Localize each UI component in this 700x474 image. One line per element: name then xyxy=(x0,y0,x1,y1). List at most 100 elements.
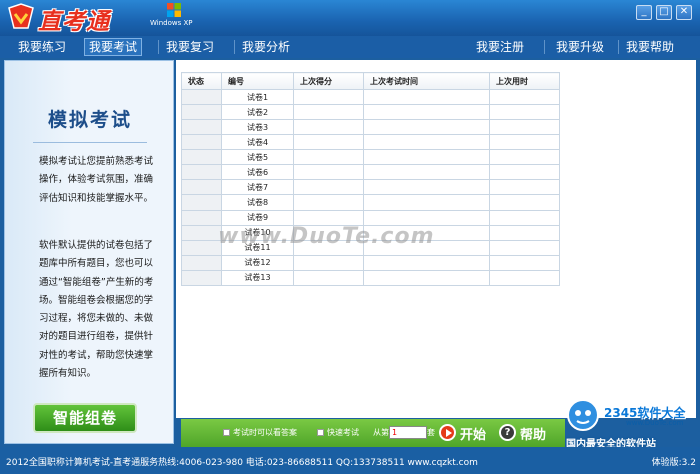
paper-id-cell: 试卷12 xyxy=(221,254,294,271)
table-row[interactable]: 试卷12 xyxy=(181,254,560,271)
show-answers-label: 考试时可以看答案 xyxy=(233,428,297,437)
paper-id-cell: 试卷3 xyxy=(221,119,294,136)
status-cell xyxy=(181,119,222,136)
table-row[interactable]: 试卷3 xyxy=(181,119,560,136)
start-button[interactable]: 开始 xyxy=(460,424,486,443)
table-row[interactable]: 试卷6 xyxy=(181,164,560,181)
last-time-cell xyxy=(363,254,490,271)
status-cell xyxy=(181,88,222,106)
status-cell xyxy=(181,194,222,211)
last-time-cell xyxy=(363,179,490,196)
last-time-cell xyxy=(363,104,490,121)
table-row[interactable]: 试卷2 xyxy=(181,104,560,121)
last-duration-cell xyxy=(489,269,560,286)
last-duration-cell xyxy=(489,194,560,211)
nav-upgrade[interactable]: 我要升级 xyxy=(552,38,608,56)
last-duration-cell xyxy=(489,239,560,256)
nav-divider xyxy=(618,40,619,54)
nav-review[interactable]: 我要复习 xyxy=(162,38,218,56)
status-bar: 2012全国职称计算机考试-直考通服务热线:4006-023-980 电话:02… xyxy=(0,447,700,474)
table-row[interactable]: 试卷1 xyxy=(181,88,560,106)
mascot-icon xyxy=(567,399,599,431)
play-icon[interactable] xyxy=(439,424,456,441)
download-site-badge: 2345软件大全 www.DuoTe.com 国内最安全的软件站 xyxy=(566,396,700,450)
paper-id-cell: 试卷4 xyxy=(221,134,294,151)
from-label: 从第 xyxy=(373,428,389,437)
status-cell xyxy=(181,104,222,121)
paper-id-cell: 试卷9 xyxy=(221,209,294,226)
table-row[interactable]: 试卷13 xyxy=(181,269,560,286)
status-cell xyxy=(181,224,222,241)
nav-register[interactable]: 我要注册 xyxy=(472,38,528,56)
paper-id-cell: 试卷6 xyxy=(221,164,294,181)
last-score-cell xyxy=(293,119,364,136)
column-header-last-time[interactable]: 上次考试时间 xyxy=(363,72,490,90)
app-logo-text: 直考通 xyxy=(38,9,110,35)
last-time-cell xyxy=(363,88,490,106)
table-row[interactable]: 试卷5 xyxy=(181,149,560,166)
table-row[interactable]: 试卷8 xyxy=(181,194,560,211)
nav-exam[interactable]: 我要考试 xyxy=(84,38,143,56)
nav-divider xyxy=(234,40,235,54)
exam-action-bar: 考试时可以看答案 快速考试 从第 1 套 开始 ? 帮助 xyxy=(181,419,565,447)
window-controls: _ □ ✕ xyxy=(636,5,692,20)
column-header-status[interactable]: 状态 xyxy=(181,72,222,90)
last-score-cell xyxy=(293,134,364,151)
smart-compose-button[interactable]: 智能组卷 xyxy=(33,403,137,433)
windows-flag-icon xyxy=(167,3,181,17)
status-cell xyxy=(181,269,222,286)
paper-id-cell: 试卷5 xyxy=(221,149,294,166)
last-score-cell xyxy=(293,209,364,226)
last-duration-cell xyxy=(489,254,560,271)
table-row[interactable]: 试卷9 xyxy=(181,209,560,226)
last-duration-cell xyxy=(489,164,560,181)
quick-exam-label: 快速考试 xyxy=(327,428,359,437)
close-button[interactable]: ✕ xyxy=(676,5,692,20)
os-badge: Windows XP xyxy=(150,19,193,27)
badge-url: www.DuoTe.com xyxy=(626,419,684,427)
last-duration-cell xyxy=(489,209,560,226)
minimize-button[interactable]: _ xyxy=(636,5,652,20)
help-button[interactable]: 帮助 xyxy=(520,424,546,443)
last-score-cell xyxy=(293,88,364,106)
exam-table-body: 试卷1 试卷2 试卷3 试卷4 试卷5 试卷6 试卷7 试卷8 试卷9 试卷10 试卷11 试卷12 试… xyxy=(181,88,560,286)
last-duration-cell xyxy=(489,104,560,121)
nav-divider xyxy=(544,40,545,54)
last-duration-cell xyxy=(489,179,560,196)
nav-help[interactable]: 我要帮助 xyxy=(622,38,678,56)
last-score-cell xyxy=(293,179,364,196)
last-time-cell xyxy=(363,209,490,226)
maximize-button[interactable]: □ xyxy=(656,5,672,20)
show-answers-checkbox[interactable] xyxy=(223,429,230,436)
column-header-last-score[interactable]: 上次得分 xyxy=(293,72,364,90)
table-row[interactable]: 试卷4 xyxy=(181,134,560,151)
start-paper-input[interactable]: 1 xyxy=(389,426,427,439)
column-header-id[interactable]: 编号 xyxy=(221,72,294,90)
exam-table: 状态 编号 上次得分 上次考试时间 上次用时 试卷1 试卷2 试卷3 试卷4 试卷5 试卷… xyxy=(181,72,560,286)
last-duration-cell xyxy=(489,88,560,106)
status-cell xyxy=(181,134,222,151)
status-cell xyxy=(181,209,222,226)
table-bottom-border xyxy=(181,285,559,286)
last-duration-cell xyxy=(489,224,560,241)
last-duration-cell xyxy=(489,119,560,136)
last-time-cell xyxy=(363,119,490,136)
paper-id-cell: 试卷1 xyxy=(221,88,294,106)
nav-analysis[interactable]: 我要分析 xyxy=(238,38,294,56)
status-cell xyxy=(181,149,222,166)
help-icon[interactable]: ? xyxy=(499,424,516,441)
sidebar: 模拟考试 模拟考试让您提前熟悉考试操作，体验考试氛围，准确评估知识和技能掌握水平… xyxy=(4,60,174,444)
paper-id-cell: 试卷2 xyxy=(221,104,294,121)
last-score-cell xyxy=(293,149,364,166)
column-header-last-duration[interactable]: 上次用时 xyxy=(489,72,560,90)
quick-exam-checkbox[interactable] xyxy=(317,429,324,436)
last-duration-cell xyxy=(489,134,560,151)
sidebar-description: 软件默认提供的试卷包括了题库中所有题目，您也可以通过“智能组卷”产生新的考场。智… xyxy=(39,240,154,380)
table-row[interactable]: 试卷7 xyxy=(181,179,560,196)
last-score-cell xyxy=(293,104,364,121)
paper-id-cell: 试卷13 xyxy=(221,269,294,286)
paper-unit-label: 套 xyxy=(427,428,435,437)
table-header-row: 状态 编号 上次得分 上次考试时间 上次用时 xyxy=(181,72,560,90)
nav-practice[interactable]: 我要练习 xyxy=(14,38,70,56)
last-time-cell xyxy=(363,164,490,181)
